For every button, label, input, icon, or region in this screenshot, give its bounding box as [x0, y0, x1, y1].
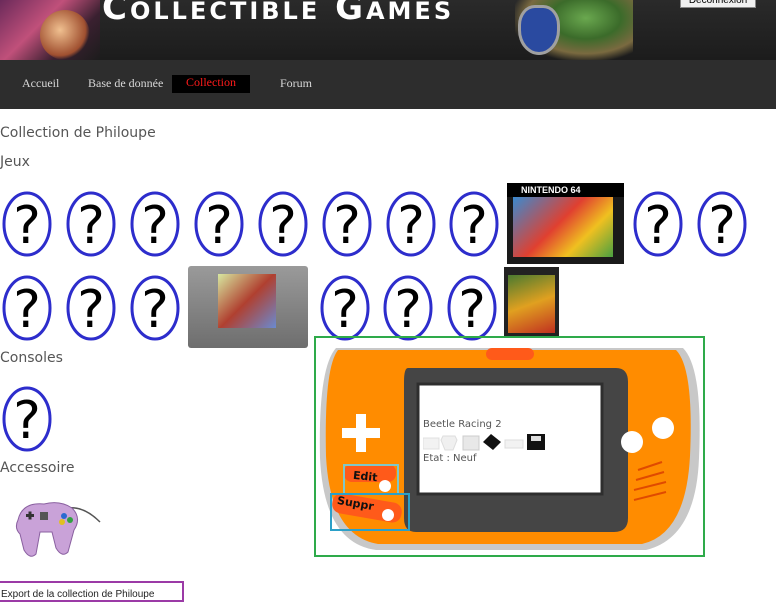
- game-cover-mario-kart-small[interactable]: [504, 267, 559, 337]
- svg-text:?: ?: [269, 196, 297, 256]
- page-title: Collection de Philoupe: [0, 125, 156, 141]
- disc-icon: [504, 439, 524, 449]
- game-unknown-icon[interactable]: ?: [383, 275, 433, 341]
- svg-text:?: ?: [77, 196, 105, 256]
- game-cartridge-mario-kart[interactable]: [188, 266, 308, 348]
- svg-text:?: ?: [13, 391, 41, 451]
- game-unknown-icon[interactable]: ?: [66, 191, 116, 257]
- game-unknown-icon[interactable]: ?: [697, 191, 747, 257]
- logout-button[interactable]: Déconnexion: [680, 0, 756, 8]
- game-unknown-icon[interactable]: ?: [633, 191, 683, 257]
- nav-item-forum[interactable]: Forum: [280, 76, 312, 91]
- svg-text:?: ?: [460, 196, 488, 256]
- game-cover-mario-kart-box[interactable]: NINTENDO 64: [507, 183, 624, 264]
- box-cover-brand: NINTENDO 64: [507, 183, 624, 197]
- cartridge-icon: [422, 437, 440, 450]
- game-unknown-icon[interactable]: ?: [66, 275, 116, 341]
- svg-text:?: ?: [141, 196, 169, 256]
- controller-icon: [15, 502, 101, 557]
- nav-item-collection[interactable]: Collection: [172, 75, 250, 93]
- box-art: [513, 197, 613, 257]
- box-icon: [462, 435, 480, 451]
- svg-text:?: ?: [708, 196, 736, 256]
- site-banner: Collectible Games Déconnexion: [0, 0, 776, 60]
- svg-text:?: ?: [397, 196, 425, 256]
- game-unknown-icon[interactable]: ?: [320, 275, 370, 341]
- accessory-n64-controller[interactable]: [10, 492, 104, 560]
- game-unknown-icon[interactable]: ?: [449, 191, 499, 257]
- game-unknown-icon[interactable]: ?: [386, 191, 436, 257]
- export-collection-link[interactable]: Export de la collection de Philoupe: [0, 581, 184, 602]
- game-unknown-icon[interactable]: ?: [130, 275, 180, 341]
- game-unknown-icon[interactable]: ?: [258, 191, 308, 257]
- game-unknown-icon[interactable]: ?: [322, 191, 372, 257]
- nav-item-base-de-donnee[interactable]: Base de donnée: [88, 76, 163, 91]
- svg-text:?: ?: [77, 280, 105, 340]
- main-nav: Accueil Base de donnée Collection Forum: [0, 60, 776, 109]
- svg-text:?: ?: [141, 280, 169, 340]
- edit-button-highlight: [343, 464, 399, 495]
- svg-text:?: ?: [333, 196, 361, 256]
- banner-character-face: [40, 10, 90, 60]
- svg-text:?: ?: [331, 280, 359, 340]
- svg-text:?: ?: [394, 280, 422, 340]
- delete-button-highlight: [330, 493, 410, 531]
- cartridge-label: [218, 274, 276, 328]
- box-art: [508, 275, 555, 333]
- game-name-label: Beetle Racing 2: [423, 419, 502, 430]
- game-unknown-icon[interactable]: ?: [2, 191, 52, 257]
- svg-text:?: ?: [458, 280, 486, 340]
- game-unknown-icon[interactable]: ?: [130, 191, 180, 257]
- svg-text:?: ?: [13, 280, 41, 340]
- shield-icon: [518, 5, 560, 55]
- section-heading-games: Jeux: [0, 154, 30, 170]
- svg-text:?: ?: [205, 196, 233, 256]
- svg-text:?: ?: [644, 196, 672, 256]
- svg-text:?: ?: [13, 196, 41, 256]
- console-unknown-icon[interactable]: ?: [2, 386, 52, 452]
- game-unknown-icon[interactable]: ?: [2, 275, 52, 341]
- section-heading-accessories: Accessoire: [0, 460, 75, 476]
- game-format-icons: [422, 432, 547, 452]
- site-title: Collectible Games: [102, 0, 455, 28]
- game-state-label: Etat : Neuf: [423, 453, 477, 464]
- section-heading-consoles: Consoles: [0, 350, 63, 366]
- tshirt-icon: [440, 435, 458, 451]
- game-unknown-icon[interactable]: ?: [447, 275, 497, 341]
- game-unknown-icon[interactable]: ?: [194, 191, 244, 257]
- nav-item-accueil[interactable]: Accueil: [22, 76, 59, 91]
- manual-icon: [483, 434, 501, 450]
